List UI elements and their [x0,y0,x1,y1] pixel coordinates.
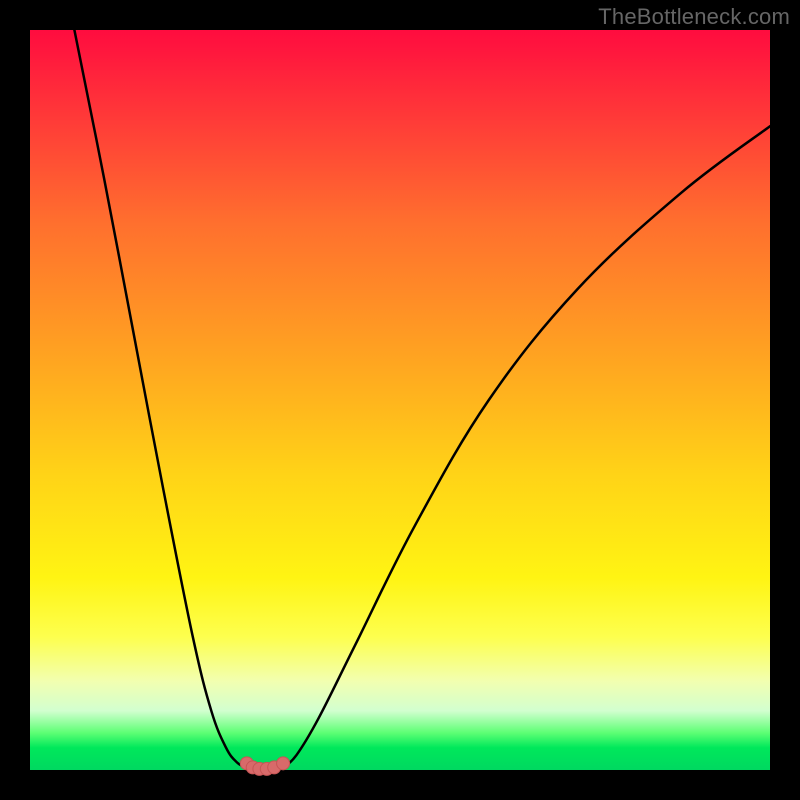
plot-area [30,30,770,770]
chart-frame: TheBottleneck.com [0,0,800,800]
curves-svg [30,30,770,770]
watermark-text: TheBottleneck.com [598,4,790,30]
valley-marker-dots [240,757,289,776]
valley-marker-dot [277,757,290,770]
curve-right-branch [283,126,770,768]
curve-left-branch [74,30,246,768]
